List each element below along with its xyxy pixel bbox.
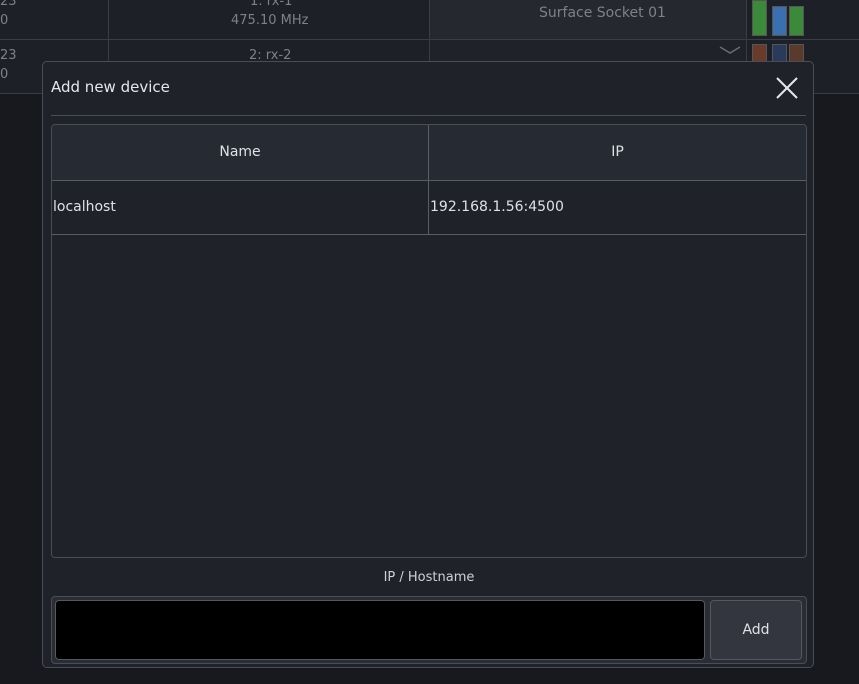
- column-header-ip[interactable]: IP: [429, 125, 806, 180]
- level-meter: [752, 0, 767, 36]
- add-device-form: Add: [51, 596, 807, 664]
- level-meter: [789, 6, 804, 36]
- background-frequency: 475.10 MHz: [231, 13, 309, 28]
- ip-hostname-input[interactable]: [55, 600, 705, 660]
- table-row[interactable]: localhost 192.168.1.56:4500: [52, 181, 806, 235]
- background-row-id: 23: [0, 48, 17, 63]
- add-device-dialog: Add new device Name IP localhost 192.168…: [42, 61, 814, 668]
- background-channel-name: 1: rx-1: [250, 0, 293, 9]
- level-meter: [772, 6, 787, 36]
- device-name-cell: localhost: [53, 181, 429, 234]
- table-header: Name IP: [52, 125, 806, 181]
- background-row-sub: 0: [0, 13, 9, 28]
- dialog-title: Add new device: [51, 78, 170, 96]
- chevron-down-icon: [719, 46, 741, 54]
- ip-hostname-label: IP / Hostname: [383, 570, 475, 585]
- add-button[interactable]: Add: [710, 600, 802, 660]
- background-row-sub: 0: [0, 67, 9, 82]
- title-divider: [51, 115, 806, 116]
- column-header-name[interactable]: Name: [52, 125, 429, 180]
- device-ip-cell: 192.168.1.56:4500: [430, 199, 564, 215]
- close-button[interactable]: [773, 74, 801, 102]
- device-table: Name IP localhost 192.168.1.56:4500: [51, 124, 807, 558]
- background-row-id: 23: [0, 0, 17, 9]
- background-socket-label: Surface Socket 01: [539, 5, 666, 21]
- close-icon: [776, 77, 798, 99]
